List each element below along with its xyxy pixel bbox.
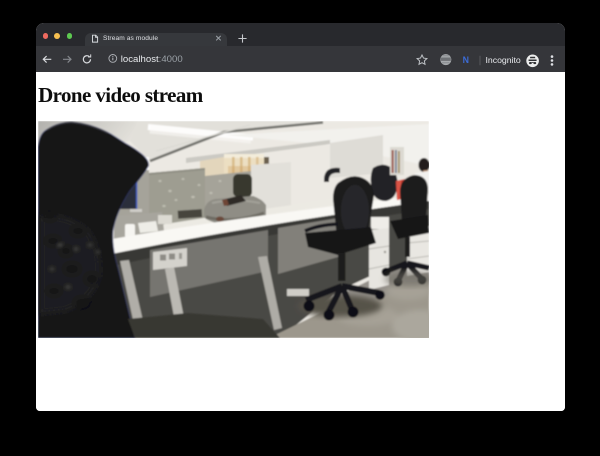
- svg-text:N: N: [462, 55, 468, 65]
